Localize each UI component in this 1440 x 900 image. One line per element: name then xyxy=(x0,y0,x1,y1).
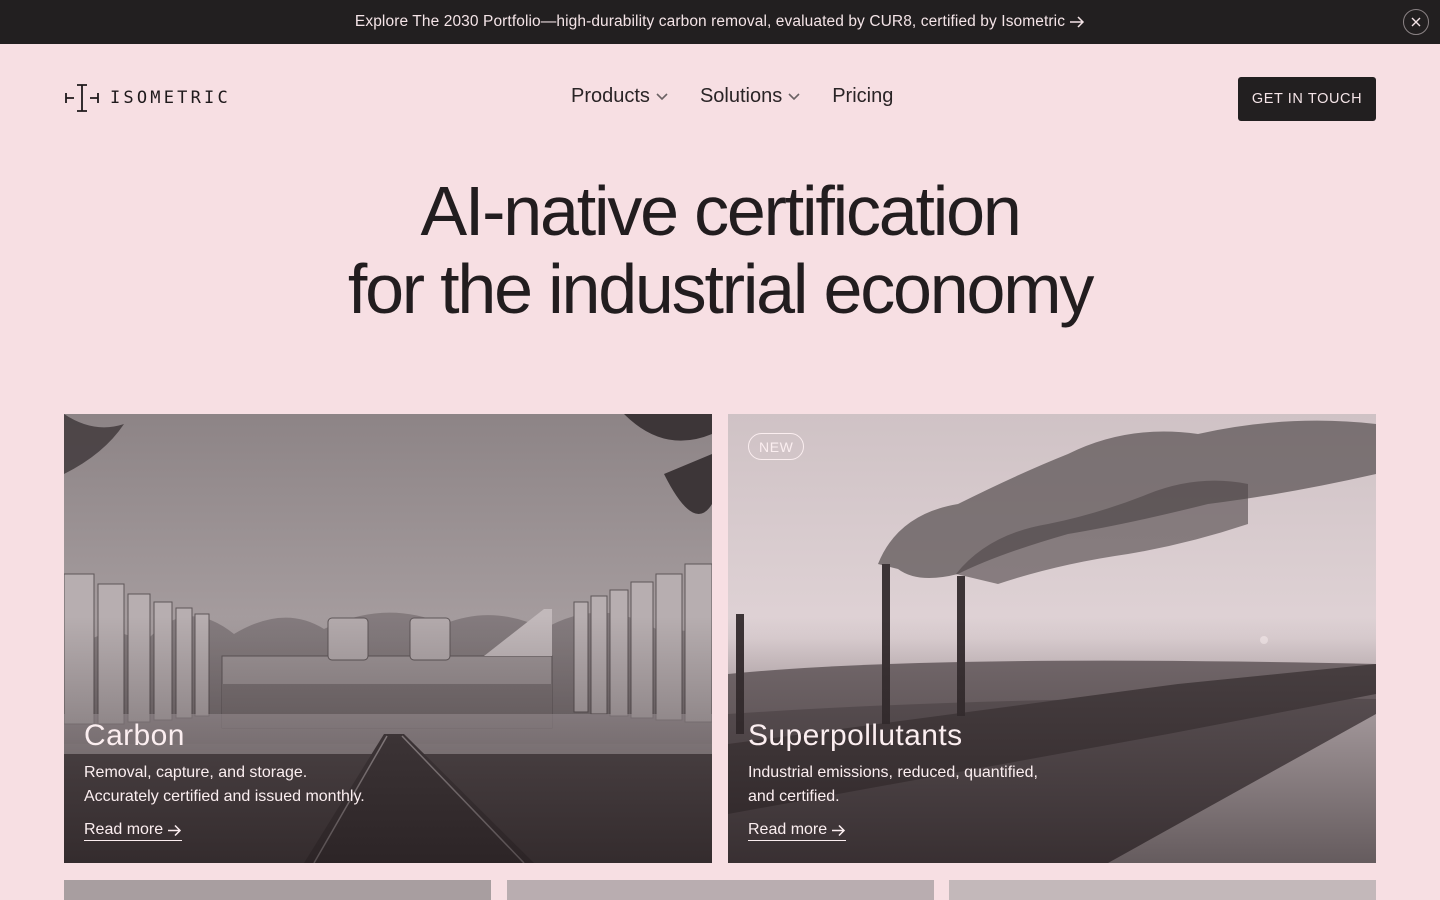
hero-line-2: for the industrial economy xyxy=(347,250,1095,328)
nav-products[interactable]: Products xyxy=(571,85,668,108)
card-description-line-2: Accurately certified and issued monthly. xyxy=(84,788,365,805)
announcement-link[interactable]: Explore The 2030 Portfolio—high-durabili… xyxy=(355,13,1085,31)
carbon-card[interactable]: Carbon Removal, capture, and storage. Ac… xyxy=(64,414,712,863)
card-description-line-2: and certified. xyxy=(748,788,840,805)
logo[interactable]: ISOMETRIC xyxy=(64,83,231,113)
card-description-line-1: Removal, capture, and storage. xyxy=(84,764,308,781)
read-more-link[interactable]: Read more xyxy=(748,821,847,841)
nav-solutions[interactable]: Solutions xyxy=(700,85,800,108)
card-content: Carbon Removal, capture, and storage. Ac… xyxy=(84,719,414,841)
card-description-line-1: Industrial emissions, reduced, quantifie… xyxy=(748,764,1038,781)
card-description: Industrial emissions, reduced, quantifie… xyxy=(748,761,1078,809)
partial-card-image[interactable] xyxy=(507,880,934,900)
read-more-label: Read more xyxy=(84,821,164,838)
close-announcement-button[interactable] xyxy=(1403,9,1429,35)
nav-pricing-label: Pricing xyxy=(832,85,894,107)
partial-card-image[interactable] xyxy=(64,880,491,900)
nav-pricing[interactable]: Pricing xyxy=(832,85,893,108)
chevron-down-icon xyxy=(656,92,668,100)
card-title: Carbon xyxy=(84,719,185,752)
read-more-label: Read more xyxy=(748,821,828,838)
arrow-right-icon xyxy=(832,824,846,836)
card-description: Removal, capture, and storage. Accuratel… xyxy=(84,761,414,809)
get-in-touch-button[interactable]: GET IN TOUCH xyxy=(1238,77,1376,121)
close-icon xyxy=(1411,17,1421,27)
hero-heading: AI-native certification for the industri… xyxy=(0,172,1440,328)
arrow-right-icon xyxy=(1070,16,1085,28)
card-content: Superpollutants Industrial emissions, re… xyxy=(748,719,1078,841)
announcement-bar: Explore The 2030 Portfolio—high-durabili… xyxy=(0,0,1440,44)
chevron-down-icon xyxy=(788,92,800,100)
nav-products-label: Products xyxy=(571,85,650,107)
site-header: ISOMETRIC Products Solutions Pricing GET… xyxy=(64,77,1376,121)
read-more-link[interactable]: Read more xyxy=(84,821,183,841)
nav-solutions-label: Solutions xyxy=(699,85,783,107)
arrow-right-icon xyxy=(168,824,182,836)
main-nav: Products Solutions Pricing xyxy=(571,85,893,108)
hero-line-1: AI-native certification xyxy=(420,172,1021,250)
announcement-text: Explore The 2030 Portfolio—high-durabili… xyxy=(354,13,1066,30)
partial-card-image[interactable] xyxy=(949,880,1376,900)
card-title: Superpollutants xyxy=(748,719,963,752)
isometric-logo-icon xyxy=(65,84,99,112)
new-badge: NEW xyxy=(748,433,805,460)
logo-text: ISOMETRIC xyxy=(110,88,231,108)
superpollutants-card[interactable]: NEW Superpollutants Industrial emissions… xyxy=(728,414,1376,863)
